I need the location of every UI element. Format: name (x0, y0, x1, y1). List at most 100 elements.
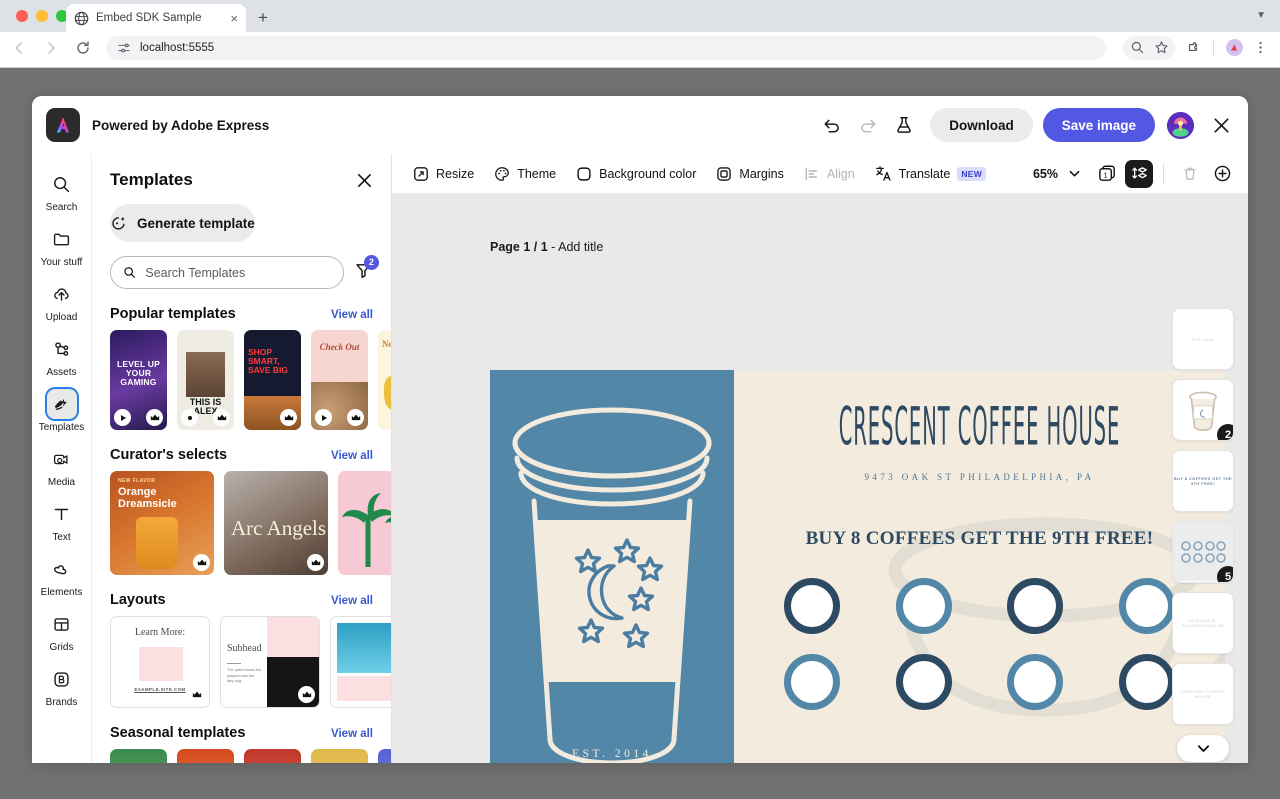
tab-close-icon[interactable]: × (230, 12, 238, 25)
curators-selects-row[interactable]: NEW FLAVOR Orange Dreamsicle Arc Angels (92, 471, 391, 575)
section-title: Layouts (110, 592, 166, 608)
sidebar-item-text[interactable]: Text (34, 494, 90, 547)
sidebar-item-templates[interactable]: Templates (34, 384, 90, 437)
browser-actions (1123, 32, 1272, 63)
beta-flask-icon[interactable] (889, 110, 919, 140)
browser-tab-title: Embed SDK Sample (96, 12, 202, 24)
stamp-circle[interactable] (1119, 654, 1176, 710)
layouts-row[interactable]: Learn More: EXAMPLE.SITE.COM Subhead The… (92, 616, 391, 708)
sidebar-item-upload[interactable]: Upload (34, 274, 90, 327)
template-card[interactable] (177, 749, 234, 763)
template-card[interactable] (338, 471, 391, 575)
sidebar-item-assets[interactable]: Assets (34, 329, 90, 382)
close-panel-icon[interactable] (356, 172, 373, 189)
toolbar-margins[interactable]: Margins (707, 160, 792, 188)
star-icon[interactable] (1149, 36, 1173, 60)
template-card[interactable]: Subhead The quick brown fox jumped over … (220, 616, 320, 708)
layer-offer-text[interactable]: BUY 8 COFFEES GET THE 9TH FREE! (1172, 450, 1234, 512)
layers-reorder-button[interactable] (1125, 159, 1153, 188)
view-all-curators[interactable]: View all (331, 450, 373, 462)
toolbar-resize[interactable]: Resize (404, 160, 483, 188)
generate-template-button[interactable]: Generate template (110, 204, 255, 242)
page-title-label[interactable]: Page 1 / 1 - Add title (490, 240, 603, 254)
user-avatar[interactable] (1167, 111, 1194, 139)
template-card[interactable]: THIS IS ALEX (177, 330, 234, 430)
template-card[interactable]: NEW FLAVOR Orange Dreamsicle (110, 471, 214, 575)
add-page-button[interactable] (1208, 160, 1236, 188)
undo-icon[interactable] (817, 110, 847, 140)
forward-arrow-icon[interactable] (38, 35, 64, 61)
profile-avatar-icon[interactable] (1222, 36, 1246, 60)
shop-address-text: 9473 OAK ST PHILADELPHIA, PA (864, 472, 1095, 482)
layer-stamp-group[interactable]: 5 (1172, 521, 1234, 583)
address-bar[interactable]: localhost:5555 (106, 35, 1106, 60)
sidebar-item-search[interactable]: Search (34, 164, 90, 217)
page-count-button[interactable]: 1 (1093, 160, 1121, 188)
toolbar-theme[interactable]: Theme (485, 160, 565, 188)
stamp-circle[interactable] (1119, 578, 1176, 634)
stamp-circle[interactable] (895, 654, 952, 710)
save-image-button[interactable]: Save image (1042, 108, 1155, 142)
stamp-circle[interactable] (1007, 654, 1064, 710)
stamp-circle[interactable] (1007, 578, 1064, 634)
canvas-area[interactable]: Page 1 / 1 - Add title EST. 2014 CRESCEN… (392, 194, 1248, 763)
template-card[interactable]: Learn More: EXAMPLE.SITE.COM (110, 616, 210, 708)
section-header-popular: Popular templates View all (110, 306, 373, 322)
template-card[interactable] (330, 616, 391, 708)
toolbar-background-color[interactable]: Background color (567, 160, 705, 188)
artboard-left-panel: EST. 2014 (490, 370, 734, 763)
template-card[interactable] (311, 749, 368, 763)
toolbar-translate[interactable]: Translate NEW (866, 160, 995, 188)
sidebar-item-your-stuff[interactable]: Your stuff (34, 219, 90, 272)
seasonal-templates-row[interactable] (92, 749, 391, 763)
popular-templates-row[interactable]: LEVEL UP YOUR GAMING THIS IS ALEX SHOP S… (92, 330, 391, 430)
filter-button[interactable]: 2 (354, 254, 379, 285)
zoom-icon[interactable] (1125, 36, 1149, 60)
stamp-circle[interactable] (895, 578, 952, 634)
stamp-circle[interactable] (783, 654, 840, 710)
sidebar-item-elements[interactable]: Elements (34, 549, 90, 602)
sidebar-item-brands[interactable]: Brands (34, 659, 90, 712)
expand-layers-button[interactable] (1177, 735, 1229, 762)
sidebar-item-grids[interactable]: Grids (34, 604, 90, 657)
search-templates-box[interactable] (110, 256, 344, 289)
new-tab-button[interactable]: + (254, 9, 272, 27)
extensions-puzzle-icon[interactable] (1181, 36, 1205, 60)
close-window-button[interactable] (16, 10, 28, 22)
premium-crown-icon (298, 686, 315, 703)
template-card[interactable]: LEVEL UP YOUR GAMING (110, 330, 167, 430)
photo-icon (181, 409, 198, 426)
sidebar-item-media[interactable]: Media (34, 439, 90, 492)
template-card[interactable] (244, 749, 301, 763)
stamp-circle[interactable] (783, 578, 840, 634)
redo-icon[interactable] (853, 110, 883, 140)
sidebar-label: Media (47, 477, 76, 488)
view-all-popular[interactable]: View all (331, 309, 373, 321)
kebab-menu-icon[interactable] (1248, 36, 1272, 60)
template-card[interactable]: New Sale (378, 330, 391, 430)
view-all-seasonal[interactable]: View all (331, 728, 373, 740)
reload-icon[interactable] (70, 35, 96, 61)
tab-list-chevron-icon[interactable]: ▼ (1256, 10, 1266, 21)
minimize-window-button[interactable] (36, 10, 48, 22)
layer-coffee-cup[interactable]: 2 (1172, 379, 1234, 441)
template-card[interactable]: Check Out (311, 330, 368, 430)
browser-tab[interactable]: Embed SDK Sample × (66, 4, 246, 32)
site-settings-icon[interactable] (117, 41, 131, 55)
template-card[interactable] (110, 749, 167, 763)
download-button[interactable]: Download (930, 108, 1033, 142)
artboard[interactable]: EST. 2014 CRESCENT COFFEE HOUSE 9473 OAK… (490, 370, 1225, 763)
toolbar-label: Margins (739, 166, 784, 181)
back-arrow-icon[interactable] (6, 35, 32, 61)
artboard-right-panel: CRESCENT COFFEE HOUSE 9473 OAK ST PHILAD… (734, 370, 1225, 763)
close-editor-icon[interactable] (1208, 112, 1234, 138)
search-input[interactable] (145, 265, 331, 280)
layer-title-text[interactable]: CRESCENT COFFEE HOUSE (1172, 663, 1234, 725)
template-card[interactable]: Arc Angels (224, 471, 328, 575)
template-card[interactable]: SHOP SMART, SAVE BIG (244, 330, 301, 430)
layer-address-text[interactable]: 9473 OAK ST PHILADELPHIA, PA (1172, 592, 1234, 654)
zoom-control[interactable]: 65% (1025, 167, 1089, 181)
layer-est-2014[interactable]: EST. 2014 (1172, 308, 1234, 370)
template-card[interactable] (378, 749, 391, 763)
view-all-layouts[interactable]: View all (331, 595, 373, 607)
